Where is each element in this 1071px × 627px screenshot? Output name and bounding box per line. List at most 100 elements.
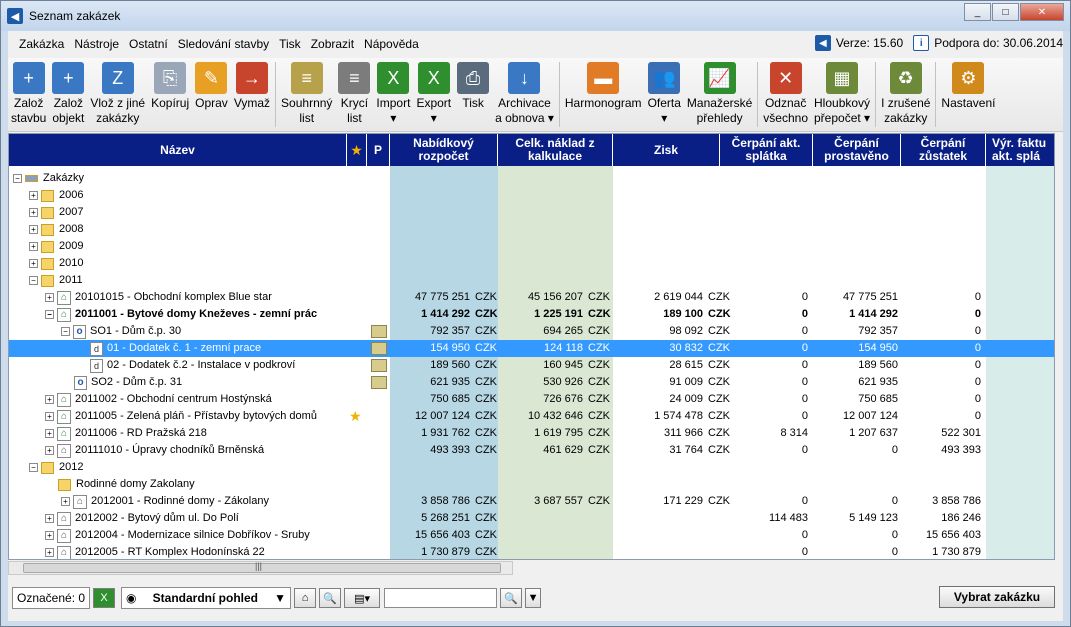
table-row[interactable]: − 2011 (9, 272, 1054, 289)
header-draw-done[interactable]: Čerpání prostavěno (813, 134, 901, 166)
table-row[interactable]: + ⌂ 2011005 - Zelená pláň - Přístavby byto… (9, 408, 1054, 425)
search-input[interactable] (384, 588, 498, 608)
expand-toggle-icon[interactable]: + (45, 429, 54, 438)
search-icon[interactable]: 🔍 (319, 588, 342, 608)
toolbar-button-13[interactable]: 👥 Oferta ▾ (645, 58, 684, 131)
choose-project-button[interactable]: Vybrat zakázku (939, 586, 1055, 608)
table-row[interactable]: +2007 (9, 204, 1054, 221)
toolbar-button-3[interactable]: ⎘ Kopíruj (148, 58, 192, 131)
toolbar-button-0[interactable]: + Založ stavbu (8, 58, 49, 131)
toolbar-button-14[interactable]: 📈 Manažerské přehledy (684, 58, 755, 131)
projects-grid[interactable]: Název ★ P Nabídkový rozpočet Celk. nákla… (8, 133, 1055, 560)
table-row[interactable]: + ⌂ 20111010 - Úpravy chodníků Brněnská 493… (9, 442, 1054, 459)
table-row[interactable]: + ⌂ 2012004 - Modernizace silnice Dobříkov… (9, 527, 1054, 544)
header-draw-rest[interactable]: Čerpání zůstatek (901, 134, 986, 166)
table-row[interactable]: +2008 (9, 221, 1054, 238)
table-row[interactable]: + ⌂ 20101015 - Obchodní komplex Blue star 4… (9, 289, 1054, 306)
expand-toggle-icon[interactable]: + (29, 208, 38, 217)
expand-toggle-icon[interactable]: − (29, 463, 38, 472)
toolbar-button-16[interactable]: ▦ Hloubkový přepočet ▾ (811, 58, 873, 131)
table-row[interactable]: + ⌂ 2012001 - Rodinné domy - Zákolany 3 858… (9, 493, 1054, 510)
expand-toggle-icon[interactable]: − (13, 174, 22, 183)
table-row[interactable]: − ⌂ 2011001 - Bytové domy Kneževes - zemní… (9, 306, 1054, 323)
header-star-icon[interactable]: ★ (347, 134, 367, 166)
expand-toggle-icon[interactable]: + (45, 446, 54, 455)
expand-toggle-icon[interactable]: + (45, 548, 54, 557)
header-p[interactable]: P (367, 134, 390, 166)
expand-toggle-icon[interactable]: − (29, 276, 38, 285)
table-row[interactable]: − 2012 (9, 459, 1054, 476)
menu-nastroje[interactable]: Nástroje (69, 37, 124, 51)
toolbar-button-2[interactable]: Z Vlož z jiné zakázky (87, 58, 148, 131)
toolbar-button-9[interactable]: X Export ▾ (413, 58, 454, 131)
toolbar-button-6[interactable]: ≡ Souhrnný list (278, 58, 335, 131)
table-row[interactable]: + ⌂ 2012005 - RT Komplex Hodonínská 22 1 73… (9, 544, 1054, 559)
expand-toggle-icon[interactable]: + (29, 191, 38, 200)
expand-toggle-icon[interactable]: + (29, 259, 38, 268)
expand-toggle-icon[interactable]: + (45, 531, 54, 540)
menu-tisk[interactable]: Tisk (274, 37, 306, 51)
table-row[interactable]: +2009 (9, 238, 1054, 255)
columns-icon[interactable]: ▤▾ (344, 588, 381, 608)
expand-toggle-icon[interactable]: − (61, 327, 70, 336)
expand-toggle-icon[interactable]: + (45, 293, 54, 302)
toolbar-button-15[interactable]: ✕ Odznač všechno (760, 58, 811, 131)
view-select[interactable]: ◉ Standardní pohled ▼ (121, 587, 292, 609)
table-row[interactable]: Rodinné domy Zakolany (9, 476, 1054, 493)
search-dropdown-icon[interactable]: ▼ (525, 588, 542, 608)
table-row[interactable]: + ⌂ 2011002 - Obchodní centrum Hostýnská 75… (9, 391, 1054, 408)
menu-napoveda[interactable]: Nápověda (359, 37, 424, 51)
close-button[interactable]: ✕ (1020, 3, 1064, 21)
header-draw-installment[interactable]: Čerpání akt. splátka (720, 134, 813, 166)
view-select-value: Standardní pohled (152, 591, 259, 605)
header-profit[interactable]: Zisk (613, 134, 720, 166)
p-marker[interactable] (371, 359, 387, 372)
toolbar-button-17[interactable]: ♻ I zrušené zakázky (878, 58, 933, 131)
expand-toggle-icon[interactable]: − (45, 310, 54, 319)
menu-zakazka[interactable]: Zakázka (14, 37, 69, 51)
table-row[interactable]: + ⌂ 2012002 - Bytový dům ul. Do Polí 5 268 … (9, 510, 1054, 527)
favorite-star-icon[interactable]: ★ (349, 408, 362, 425)
expand-toggle-icon[interactable]: + (29, 242, 38, 251)
table-row[interactable]: + ⌂ 2011006 - RD Pražská 218 1 931 762 CZK 1 … (9, 425, 1054, 442)
info-icon[interactable]: i (913, 35, 930, 51)
toolbar-button-5[interactable]: → Vymaž (231, 58, 273, 131)
p-marker[interactable] (371, 325, 387, 338)
header-cost[interactable]: Celk. náklad z kalkulace (498, 134, 613, 166)
minimize-button[interactable]: _ (964, 3, 991, 21)
header-invoice[interactable]: Výr. faktu akt. splá (986, 134, 1054, 166)
table-row[interactable]: +2006 (9, 187, 1054, 204)
table-row[interactable]: d 01 - Dodatek č. 1 - zemní prace 154 950 C… (9, 340, 1054, 357)
expand-toggle-icon[interactable]: + (45, 395, 54, 404)
p-marker[interactable] (371, 342, 387, 355)
menu-sledovani[interactable]: Sledování stavby (173, 37, 274, 51)
toolbar-button-8[interactable]: X Import ▾ (373, 58, 413, 131)
excel-icon[interactable]: X (93, 588, 116, 608)
toolbar-button-12[interactable]: ▬ Harmonogram (562, 58, 645, 131)
header-offer[interactable]: Nabídkový rozpočet (390, 134, 498, 166)
p-marker[interactable] (371, 376, 387, 389)
toolbar-button-10[interactable]: ⎙ Tisk (454, 58, 492, 131)
toolbar-button-18[interactable]: ⚙ Nastavení (938, 58, 998, 131)
table-row[interactable]: − Zakázky (9, 170, 1054, 187)
toolbar-button-1[interactable]: + Založ objekt (49, 58, 87, 131)
toolbar-button-11[interactable]: ↓ Archivace a obnova ▾ (492, 58, 557, 131)
menu-zobrazit[interactable]: Zobrazit (306, 37, 359, 51)
table-row[interactable]: o SO2 - Dům č.p. 31 621 935 CZK 530 926 CZK 91… (9, 374, 1054, 391)
expand-toggle-icon[interactable]: + (61, 497, 70, 506)
table-row[interactable]: d 02 - Dodatek č.2 - Instalace v podkroví… (9, 357, 1054, 374)
search-go-icon[interactable]: 🔍 (500, 588, 523, 608)
header-name[interactable]: Název (9, 134, 347, 166)
horizontal-scrollbar[interactable]: ||| (8, 561, 513, 575)
table-row[interactable]: +2010 (9, 255, 1054, 272)
home-icon[interactable]: ⌂ (294, 588, 317, 608)
toolbar-button-7[interactable]: ≡ Krycí list (335, 58, 373, 131)
expand-toggle-icon[interactable]: + (29, 225, 38, 234)
expand-toggle-icon[interactable]: + (45, 412, 54, 421)
expand-toggle-icon[interactable]: + (45, 514, 54, 523)
maximize-button[interactable]: □ (992, 3, 1019, 21)
menu-ostatni[interactable]: Ostatní (124, 37, 173, 51)
cell-cost: 1 225 191 (534, 308, 583, 320)
table-row[interactable]: − o SO1 - Dům č.p. 30 792 357 CZK 694 265 CZK 9… (9, 323, 1054, 340)
toolbar-button-4[interactable]: ✎ Oprav (192, 58, 231, 131)
